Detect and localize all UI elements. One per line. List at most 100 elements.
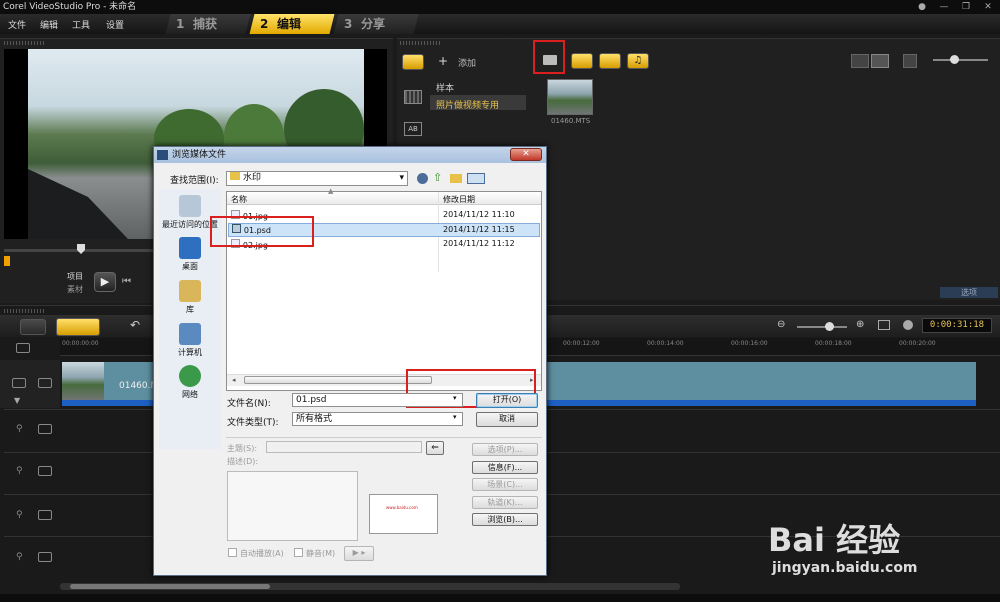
- chevron-down-icon: ▾: [399, 173, 404, 183]
- menu-edit[interactable]: 编辑: [40, 18, 58, 31]
- video-track-icon[interactable]: [12, 378, 26, 388]
- dialog-close-button[interactable]: ✕: [510, 148, 542, 161]
- play-preview-icon[interactable]: ▶ ▸: [344, 546, 374, 561]
- storyboard-view-icon[interactable]: [20, 319, 46, 335]
- timecode-display[interactable]: 0:00:31:18: [922, 318, 992, 333]
- hscroll-thumb[interactable]: [244, 376, 432, 384]
- tab-edit[interactable]: 2 编辑: [249, 14, 335, 34]
- close-icon[interactable]: ✕: [980, 1, 996, 13]
- browse-media-dialog: 浏览媒体文件 ✕ 查找范围(I): 水印 ▾ ⇧ 最近访问的位置 桌面 库 计算…: [153, 146, 547, 576]
- column-date[interactable]: 修改日期: [443, 194, 475, 205]
- file-date: 2014/11/12 11:12: [443, 239, 515, 248]
- lock-icon[interactable]: ⚲: [16, 424, 23, 434]
- dialog-app-icon: [157, 150, 168, 160]
- lookin-select[interactable]: 水印 ▾: [226, 171, 408, 186]
- restore-icon[interactable]: ❐: [958, 1, 974, 13]
- up-folder-icon[interactable]: ⇧: [433, 171, 442, 184]
- place-computer[interactable]: 计算机: [160, 323, 220, 358]
- scroll-left-icon[interactable]: ◂: [232, 376, 236, 384]
- filename-input[interactable]: 01.psd: [292, 393, 463, 407]
- options-button[interactable]: 选项: [940, 287, 998, 298]
- place-network[interactable]: 网络: [160, 365, 220, 400]
- fit-project-icon[interactable]: [878, 320, 890, 330]
- add-icon[interactable]: +: [438, 54, 448, 68]
- tab-share[interactable]: 3 分享: [333, 14, 419, 34]
- panel-grip[interactable]: [400, 41, 440, 45]
- zoom-handle[interactable]: [825, 322, 834, 331]
- undo-icon[interactable]: ↶: [130, 318, 140, 332]
- subject-input[interactable]: [266, 441, 422, 453]
- voice-track-icon[interactable]: [38, 510, 52, 520]
- sort-icon[interactable]: [903, 54, 917, 68]
- chevron-down-icon[interactable]: ▾: [453, 413, 457, 421]
- options-button[interactable]: 选项(P)...: [472, 443, 538, 456]
- app-icon[interactable]: ●: [914, 1, 930, 13]
- recent-icon: [179, 195, 201, 217]
- browse-folder-icon[interactable]: [543, 55, 557, 65]
- scene-button[interactable]: 场景(C)...: [472, 478, 538, 491]
- description-textarea[interactable]: [227, 471, 358, 541]
- menu-file[interactable]: 文件: [8, 18, 26, 31]
- ripple-icon[interactable]: [38, 378, 52, 388]
- list-view-icon[interactable]: [851, 54, 869, 68]
- autoplay-checkbox[interactable]: [228, 548, 237, 557]
- video-filter-icon[interactable]: [571, 53, 593, 69]
- overlay-track-icon[interactable]: [38, 424, 52, 434]
- audio-filter-icon[interactable]: ♫: [627, 53, 649, 69]
- new-folder-icon[interactable]: [450, 174, 462, 183]
- ruler-tick: 00:00:00:00: [62, 340, 99, 347]
- menu-tools[interactable]: 工具: [72, 18, 90, 31]
- transition-icon[interactable]: [404, 90, 422, 104]
- media-thumbnail[interactable]: [547, 79, 593, 115]
- to-start-icon[interactable]: ⏮: [122, 276, 131, 287]
- clock-icon[interactable]: [903, 320, 913, 330]
- trim-marker[interactable]: [4, 256, 10, 266]
- cancel-button[interactable]: 取消: [476, 412, 538, 427]
- zoom-in-icon[interactable]: ⊕: [856, 319, 864, 330]
- mute-checkbox[interactable]: [294, 548, 303, 557]
- tab-capture[interactable]: 1 捕获: [165, 14, 251, 34]
- minimize-icon[interactable]: —: [936, 1, 952, 13]
- track-manager-icon[interactable]: [16, 343, 30, 353]
- folder-photo-video[interactable]: 照片做视频专用: [436, 98, 499, 111]
- track-button[interactable]: 轨道(K)...: [472, 496, 538, 509]
- thumbnail-view-icon[interactable]: [871, 54, 889, 68]
- track-expand-icon[interactable]: ▼: [14, 396, 20, 405]
- arrow-left-icon[interactable]: ⇐: [426, 441, 444, 455]
- zoom-out-icon[interactable]: ⊖: [777, 319, 785, 330]
- column-name[interactable]: 名称: [231, 194, 247, 205]
- photo-filter-icon[interactable]: [599, 53, 621, 69]
- lock-icon[interactable]: ⚲: [16, 552, 23, 562]
- thumb-size-handle[interactable]: [950, 55, 959, 64]
- open-button[interactable]: 打开(O): [476, 393, 538, 408]
- info-button[interactable]: 信息(F)...: [472, 461, 538, 474]
- lock-icon[interactable]: ⚲: [16, 466, 23, 476]
- ruler-tick: 00:00:14:00: [647, 340, 684, 347]
- panel-grip[interactable]: [4, 41, 44, 45]
- filetype-select[interactable]: 所有格式: [292, 412, 463, 426]
- menu-settings[interactable]: 设置: [106, 18, 124, 31]
- play-icon[interactable]: ▶: [94, 272, 116, 292]
- place-label: 桌面: [182, 262, 198, 271]
- title-track-icon[interactable]: [38, 466, 52, 476]
- add-label[interactable]: 添加: [458, 56, 476, 69]
- zoom-slider[interactable]: [797, 326, 847, 328]
- music-track-icon[interactable]: [38, 552, 52, 562]
- timeline-view-icon[interactable]: [56, 318, 100, 336]
- browse-button[interactable]: 浏览(B)...: [472, 513, 538, 526]
- folder-samples[interactable]: 样本: [436, 81, 454, 94]
- place-library[interactable]: 库: [160, 280, 220, 315]
- media-library-icon[interactable]: [402, 54, 424, 70]
- project-label[interactable]: 项目: [67, 271, 83, 282]
- clip-label[interactable]: 素材: [67, 284, 83, 295]
- back-icon[interactable]: [417, 173, 428, 184]
- place-label: 网络: [182, 390, 198, 399]
- view-menu-icon[interactable]: [467, 173, 485, 184]
- lock-icon[interactable]: ⚲: [16, 510, 23, 520]
- chevron-down-icon[interactable]: ▾: [453, 394, 457, 402]
- clip-thumbnail[interactable]: [62, 362, 104, 400]
- timeline-scroll-thumb[interactable]: [70, 584, 270, 589]
- panel-grip[interactable]: [4, 309, 44, 313]
- thumb-size-slider[interactable]: [933, 59, 988, 61]
- title-icon[interactable]: AB: [404, 122, 422, 136]
